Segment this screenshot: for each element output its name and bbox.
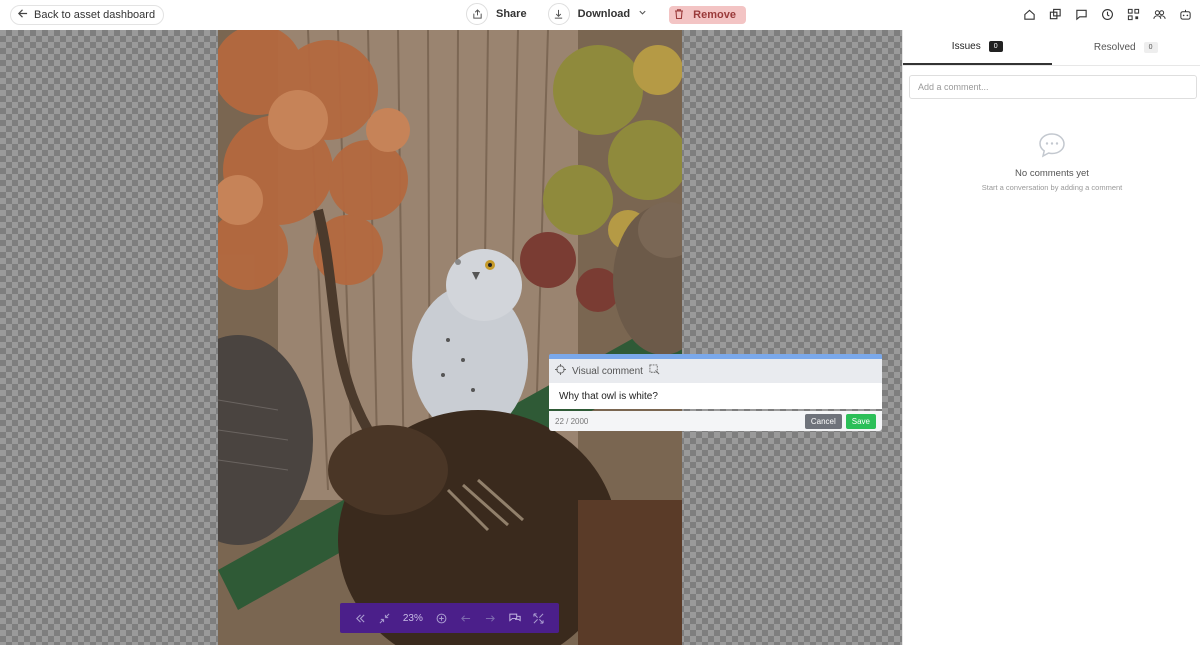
remove-label: Remove <box>693 9 736 21</box>
owl-photo-illustration <box>218 30 682 645</box>
robot-icon[interactable] <box>1179 8 1192 21</box>
comment-text-field[interactable]: Why that owl is white? <box>549 383 882 409</box>
chevron-down-icon <box>638 8 647 20</box>
owl-photo[interactable] <box>218 30 682 645</box>
arrow-left-icon[interactable] <box>460 612 472 624</box>
expand-icon[interactable] <box>533 612 545 624</box>
qr-code-icon[interactable] <box>1127 8 1140 21</box>
tab-issues[interactable]: Issues 0 <box>903 30 1052 65</box>
back-label: Back to asset dashboard <box>34 9 156 21</box>
save-button[interactable]: Save <box>845 413 876 429</box>
share-label: Share <box>496 8 527 20</box>
character-count: 22 / 2000 <box>555 416 589 426</box>
back-to-dashboard-button[interactable]: Back to asset dashboard <box>10 5 165 25</box>
download-button[interactable]: Download <box>547 3 648 25</box>
zoom-in-icon[interactable] <box>435 612 447 624</box>
empty-title: No comments yet <box>1015 168 1089 179</box>
arrow-left-icon <box>17 8 28 22</box>
tab-resolved[interactable]: Resolved 0 <box>1052 30 1200 65</box>
resolved-count-badge: 0 <box>1143 42 1158 53</box>
empty-subtitle: Start a conversation by adding a comment <box>981 183 1123 192</box>
comment-tabs: Issues 0 Resolved 0 <box>903 30 1200 66</box>
asset-canvas[interactable]: Visual comment Why that owl is white? 22… <box>0 30 902 645</box>
clock-icon[interactable] <box>1101 8 1114 21</box>
popup-header-label: Visual comment <box>572 365 643 377</box>
collapse-left-icon[interactable] <box>354 612 366 624</box>
popup-footer: 22 / 2000 Cancel Save <box>549 411 882 431</box>
tab-resolved-label: Resolved <box>1093 42 1136 53</box>
empty-state: No comments yet Start a conversation by … <box>903 132 1200 192</box>
copy-icon[interactable] <box>1049 8 1062 21</box>
remove-button[interactable]: Remove <box>669 6 746 24</box>
visual-comment-popup: Visual comment Why that owl is white? 22… <box>549 354 882 431</box>
trash-icon <box>673 8 685 23</box>
popup-buttons: Cancel Save <box>804 413 876 429</box>
crosshair-icon <box>555 364 566 378</box>
users-icon[interactable] <box>1153 8 1166 21</box>
shrink-icon[interactable] <box>378 612 390 624</box>
top-right-toolbar <box>1023 8 1192 21</box>
comments-toggle-icon[interactable] <box>508 612 521 624</box>
comment-text: Why that owl is white? <box>559 390 658 402</box>
home-icon[interactable] <box>1023 8 1036 21</box>
comments-panel: Issues 0 Resolved 0 No comments yet Star… <box>902 30 1200 645</box>
zoom-toolbar: 23% <box>340 603 559 633</box>
asset-actions: Share Download Remove <box>466 3 746 25</box>
top-bar: Back to asset dashboard Share Download R… <box>0 0 1200 30</box>
cancel-button[interactable]: Cancel <box>804 413 842 429</box>
comment-icon[interactable] <box>1075 8 1088 21</box>
share-button[interactable]: Share <box>466 3 527 25</box>
popup-header: Visual comment <box>549 359 882 383</box>
add-comment-input[interactable] <box>909 75 1197 99</box>
tab-issues-label: Issues <box>951 41 981 52</box>
download-icon <box>547 3 570 25</box>
zoom-level: 23% <box>402 612 423 624</box>
empty-comment-icon <box>903 132 1200 158</box>
issues-count-badge: 0 <box>988 41 1003 52</box>
region-select-icon[interactable] <box>649 364 660 378</box>
download-label: Download <box>577 8 631 20</box>
arrow-right-icon[interactable] <box>484 612 496 624</box>
share-icon <box>466 3 488 25</box>
